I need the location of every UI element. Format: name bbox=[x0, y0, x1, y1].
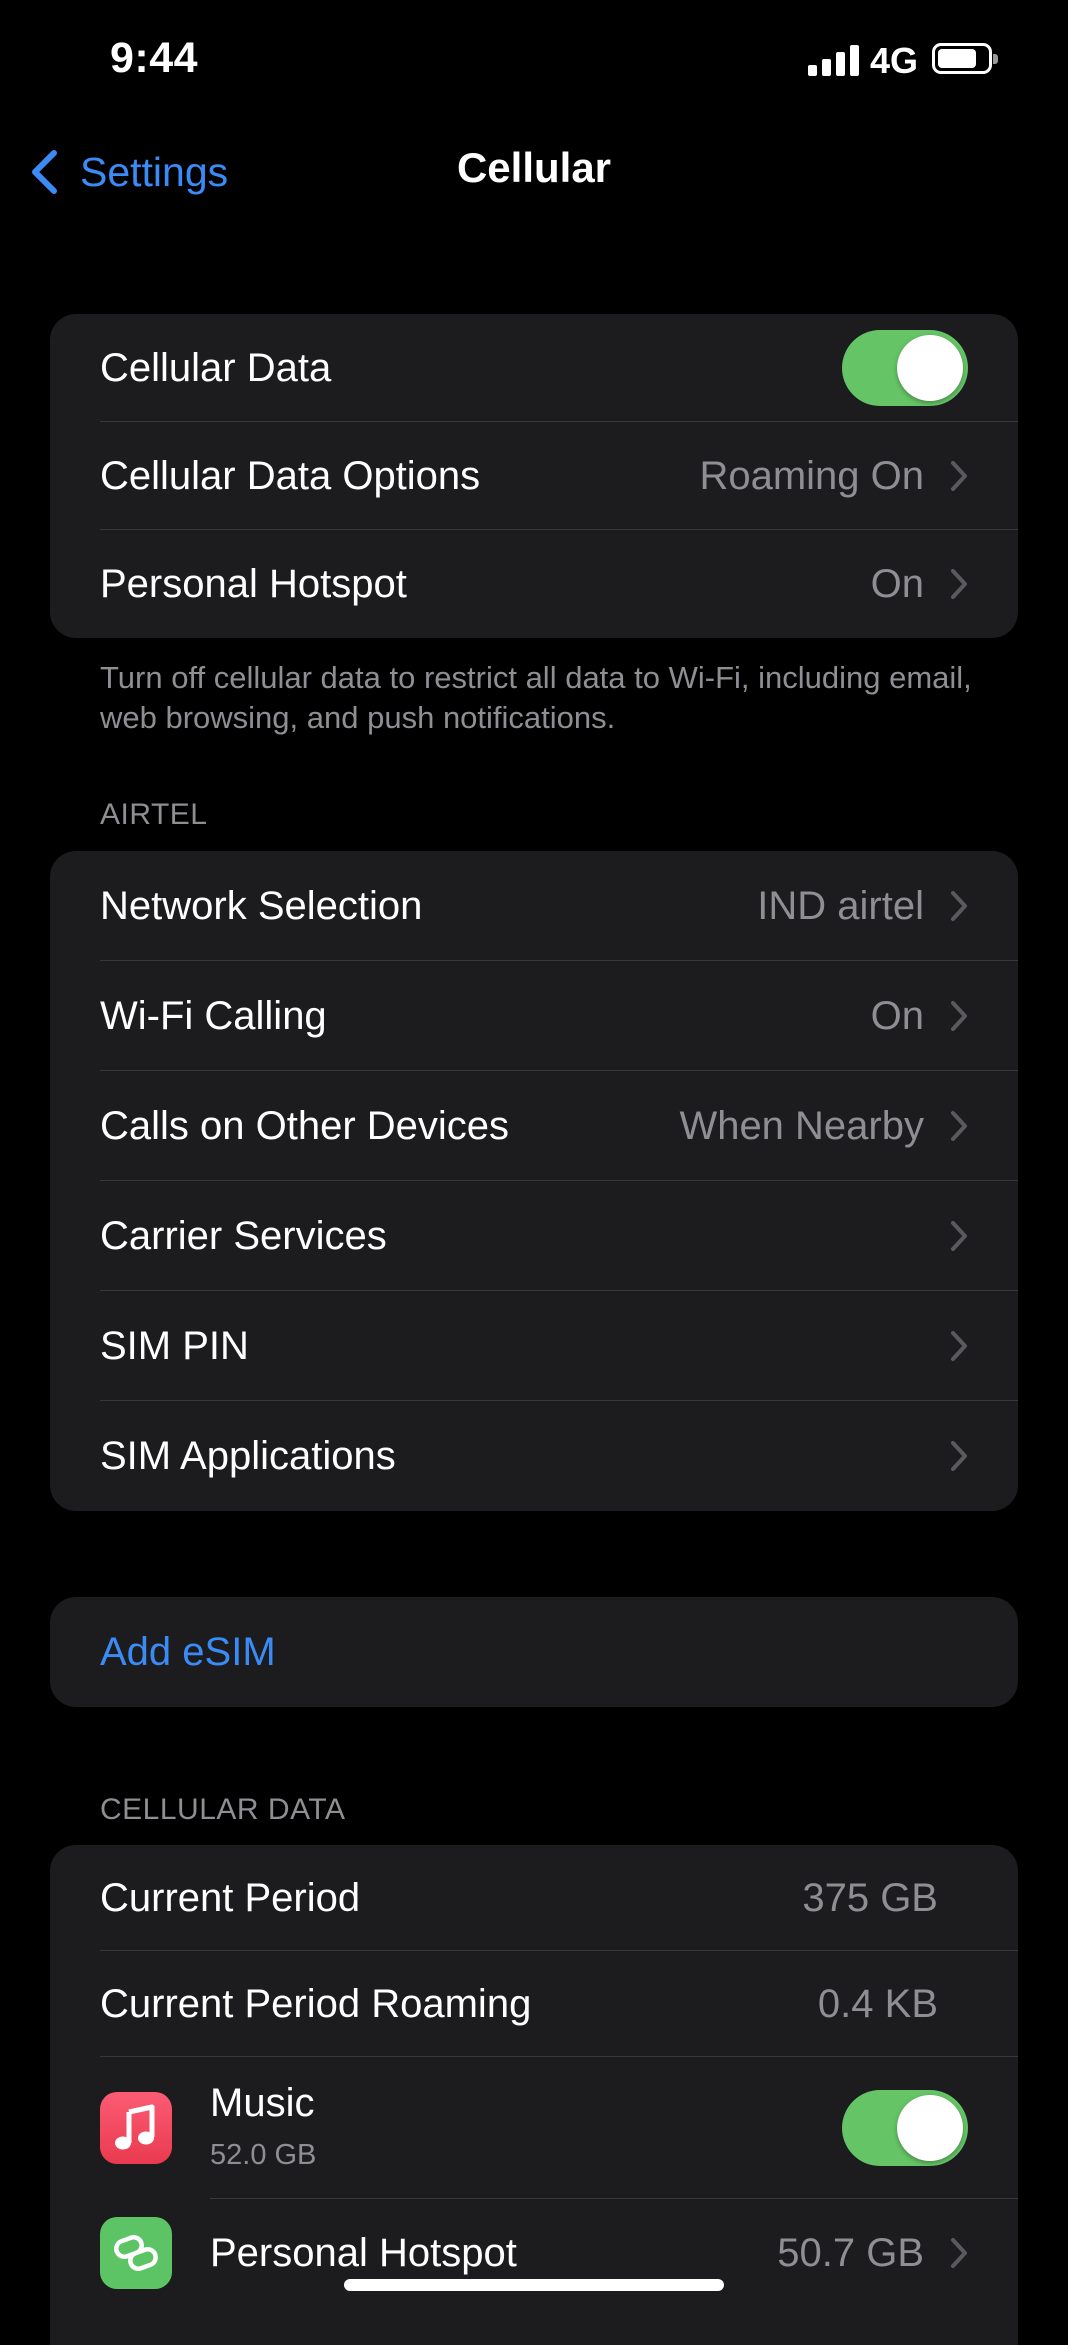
current-period-roaming-value: 0.4 KB bbox=[817, 1981, 938, 2026]
chevron-right-icon bbox=[951, 461, 967, 491]
chevron-right-icon bbox=[951, 1111, 967, 1141]
cellular-data-group: Cellular Data Cellular Data Options Roam… bbox=[50, 314, 1018, 638]
status-time: 9:44 bbox=[110, 34, 199, 82]
calls-on-other-devices-row[interactable]: Calls on Other Devices When Nearby bbox=[50, 1071, 1018, 1181]
personal-hotspot-row[interactable]: Personal Hotspot On bbox=[50, 530, 1018, 638]
wifi-calling-label: Wi-Fi Calling bbox=[100, 993, 327, 1038]
cellular-data-section-header: CELLULAR DATA bbox=[100, 1793, 346, 1826]
esim-group: Add eSIM bbox=[50, 1597, 1018, 1707]
personal-hotspot-value: On bbox=[870, 561, 924, 606]
app-name-personal-hotspot: Personal Hotspot bbox=[210, 2230, 517, 2275]
cellular-data-label: Cellular Data bbox=[100, 345, 332, 390]
chevron-right-icon bbox=[951, 1331, 967, 1361]
app-usage-personal-hotspot: 50.7 GB bbox=[777, 2230, 924, 2275]
chevron-right-icon bbox=[951, 569, 967, 599]
cellular-data-row: Cellular Data bbox=[50, 314, 1018, 422]
signal-strength-icon bbox=[808, 44, 860, 76]
cellular-data-toggle[interactable] bbox=[842, 330, 968, 406]
app-usage-music: 52.0 GB bbox=[210, 2139, 317, 2171]
network-type: 4G bbox=[870, 40, 919, 81]
add-esim-button[interactable]: Add eSIM bbox=[50, 1597, 1018, 1707]
page-title: Cellular bbox=[456, 144, 612, 191]
chevron-right-icon bbox=[951, 1221, 967, 1251]
app-row-music: Music 52.0 GB bbox=[50, 2057, 1018, 2199]
usage-group: Current Period 375 GB Current Period Roa… bbox=[50, 1845, 1018, 2345]
sim-applications-row[interactable]: SIM Applications bbox=[50, 1401, 1018, 1511]
cellular-data-options-label: Cellular Data Options bbox=[100, 453, 481, 498]
wifi-calling-value: On bbox=[870, 993, 924, 1038]
sim-applications-label: SIM Applications bbox=[100, 1433, 396, 1478]
battery-icon bbox=[932, 43, 998, 74]
cellular-data-footnote: Turn off cellular data to restrict all d… bbox=[100, 660, 972, 735]
hotspot-link-icon bbox=[100, 2217, 172, 2289]
chevron-right-icon bbox=[951, 891, 967, 921]
calls-on-other-devices-label: Calls on Other Devices bbox=[100, 1103, 510, 1148]
network-selection-row[interactable]: Network Selection IND airtel bbox=[50, 851, 1018, 961]
sim-pin-row[interactable]: SIM PIN bbox=[50, 1291, 1018, 1401]
calls-on-other-devices-value: When Nearby bbox=[679, 1103, 924, 1148]
app-name-music: Music bbox=[210, 2081, 315, 2125]
status-bar: 9:44 4G bbox=[0, 0, 1068, 120]
current-period-row: Current Period 375 GB bbox=[50, 1845, 1018, 1951]
current-period-label: Current Period bbox=[100, 1875, 361, 1920]
add-esim-label: Add eSIM bbox=[100, 1629, 276, 1674]
cellular-data-options-row[interactable]: Cellular Data Options Roaming On bbox=[50, 422, 1018, 530]
music-cellular-toggle[interactable] bbox=[842, 2090, 968, 2166]
network-selection-label: Network Selection bbox=[100, 883, 423, 928]
wifi-calling-row[interactable]: Wi-Fi Calling On bbox=[50, 961, 1018, 1071]
carrier-services-row[interactable]: Carrier Services bbox=[50, 1181, 1018, 1291]
network-selection-value: IND airtel bbox=[757, 883, 924, 928]
current-period-value: 375 GB bbox=[802, 1875, 938, 1920]
sim-pin-label: SIM PIN bbox=[100, 1323, 249, 1368]
carrier-section-header: AIRTEL bbox=[100, 798, 208, 831]
current-period-roaming-label: Current Period Roaming bbox=[100, 1981, 532, 2026]
chevron-right-icon bbox=[951, 1441, 967, 1471]
chevron-right-icon bbox=[951, 1001, 967, 1031]
home-indicator[interactable] bbox=[344, 2279, 724, 2291]
music-note-icon bbox=[100, 2092, 172, 2164]
chevron-right-icon bbox=[951, 2238, 967, 2268]
cellular-data-options-value: Roaming On bbox=[699, 453, 924, 498]
personal-hotspot-label: Personal Hotspot bbox=[100, 561, 407, 606]
carrier-group: Network Selection IND airtel Wi-Fi Calli… bbox=[50, 851, 1018, 1511]
carrier-services-label: Carrier Services bbox=[100, 1213, 387, 1258]
current-period-roaming-row: Current Period Roaming 0.4 KB bbox=[50, 1951, 1018, 2057]
